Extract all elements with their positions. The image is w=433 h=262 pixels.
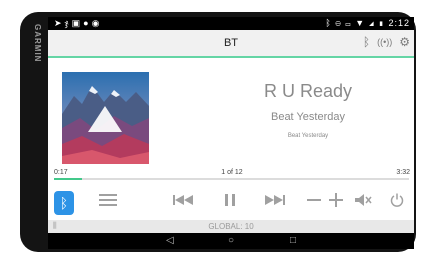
mute-icon (355, 194, 372, 206)
previous-track-icon (173, 195, 193, 205)
battery-icon: ▮ (378, 18, 385, 28)
status-left-icons: ➤ჯ▣●◉ (54, 18, 102, 29)
bluetooth-icon[interactable]: ᛒ (363, 35, 370, 49)
volume-down-button[interactable] (304, 183, 324, 217)
location-icon: ◉ (91, 18, 103, 28)
navigation-icon: ➤ (54, 18, 65, 28)
power-button[interactable] (386, 183, 408, 217)
bluetooth-icon: ᛒ (325, 18, 332, 28)
album-name: Beat Yesterday (287, 133, 329, 139)
minus-icon (307, 199, 321, 201)
bluetooth-icon: ᛒ (59, 195, 69, 211)
artist-name: Beat Yesterday (270, 111, 345, 123)
broadcast-icon[interactable]: ((•)) (377, 37, 392, 47)
status-bar: ➤ჯ▣●◉ ᛒ ⊖ ▭ ▼ ◢ ▮ 2:12 (48, 17, 414, 30)
playback-controls: ᛒ (48, 183, 414, 217)
next-button[interactable] (260, 183, 290, 217)
gear-icon[interactable]: ⚙ (399, 35, 410, 49)
status-right: ᛒ ⊖ ▭ ▼ ◢ ▮ 2:12 (325, 18, 410, 29)
footer-bar: ⫼ GLOBAL: 10 (48, 220, 414, 233)
volume-up-button[interactable] (326, 183, 346, 217)
song-title: R U Ready (263, 81, 353, 101)
back-icon[interactable]: ◁ (166, 235, 174, 246)
plus-icon (329, 193, 343, 207)
source-button[interactable]: ᛒ (54, 191, 74, 215)
menu-icon (99, 194, 117, 206)
signal-icon: ◢ (368, 18, 376, 28)
status-time: 2:12 (388, 18, 410, 28)
pause-icon (225, 194, 235, 206)
android-nav-bar: ◁ ○ □ (48, 233, 414, 249)
progress-fill (54, 178, 83, 180)
mute-button[interactable] (352, 183, 374, 217)
battery-saver-icon: ▭ (345, 18, 352, 28)
album-art (62, 72, 149, 164)
next-track-icon (265, 195, 285, 205)
duration: 3:32 (396, 169, 410, 176)
image-icon: ▣ (71, 18, 84, 28)
global-volume-label: GLOBAL: 10 (208, 222, 254, 231)
screen: ➤ჯ▣●◉ ᛒ ⊖ ▭ ▼ ◢ ▮ 2:12 BT ᛒ ((•)) ⚙ R U … (48, 17, 414, 249)
top-bar: BT ᛒ ((•)) ⚙ (48, 30, 414, 58)
track-counter: 1 of 12 (221, 169, 243, 176)
recents-icon[interactable]: □ (290, 235, 296, 246)
pause-button[interactable] (216, 183, 244, 217)
power-icon (390, 193, 404, 207)
wifi-off-icon: ჯ (64, 18, 72, 28)
mic-icon: ● (83, 18, 92, 28)
home-icon[interactable]: ○ (228, 235, 234, 246)
menu-button[interactable] (96, 183, 120, 217)
previous-button[interactable] (168, 183, 198, 217)
brand-logo: GARMIN (33, 24, 42, 63)
minus-circle-icon: ⊖ (335, 18, 342, 28)
page-title: BT (223, 37, 239, 49)
wifi-icon: ▼ (355, 18, 366, 28)
progress-bar[interactable] (54, 178, 409, 180)
